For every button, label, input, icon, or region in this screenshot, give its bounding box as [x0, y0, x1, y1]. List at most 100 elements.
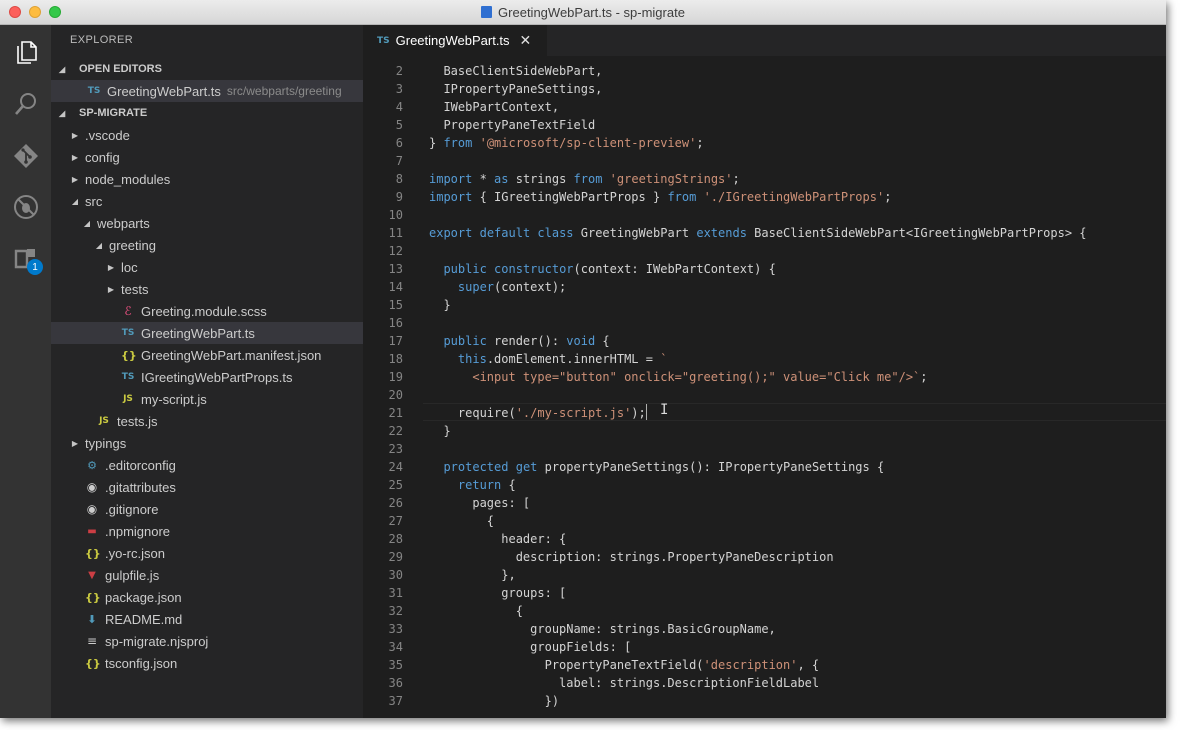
- debug-icon[interactable]: [0, 185, 51, 229]
- code-token: , {: [797, 658, 820, 672]
- file-row[interactable]: JS my-script.js: [51, 388, 363, 410]
- code-line: 35 PropertyPaneTextField('description', …: [363, 656, 1166, 674]
- tab-greetingwebpart[interactable]: TS GreetingWebPart.ts ✕: [363, 25, 547, 56]
- ibeam-cursor-icon: I: [660, 402, 669, 418]
- open-editors-header[interactable]: ◢ OPEN EDITORS: [51, 58, 363, 80]
- code-text: return {: [429, 476, 516, 494]
- code-token: *: [472, 172, 495, 186]
- line-number: 32: [388, 604, 403, 618]
- folder-row[interactable]: ▶ tests: [51, 278, 363, 300]
- file-row[interactable]: {} .yo-rc.json: [51, 542, 363, 564]
- line-number: 11: [388, 226, 403, 240]
- json-file-icon: {}: [85, 546, 101, 560]
- file-row[interactable]: {} tsconfig.json: [51, 652, 363, 674]
- explorer-icon[interactable]: [0, 31, 51, 75]
- code-editor[interactable]: 2 BaseClientSideWebPart, 3 IPropertyPaneS…: [363, 56, 1166, 718]
- file-row[interactable]: ▬ .npmignore: [51, 520, 363, 542]
- code-line: 21 require('./my-script.js');: [363, 404, 1166, 422]
- editorconfig-icon: ⚙: [87, 458, 97, 472]
- typescript-file-icon: TS: [377, 35, 390, 46]
- file-row[interactable]: ≡ sp-migrate.njsproj: [51, 630, 363, 652]
- code-token: {: [501, 478, 516, 492]
- file-row[interactable]: ◉ .gitignore: [51, 498, 363, 520]
- code-text: groupFields: [: [429, 638, 631, 656]
- typescript-file-icon: TS: [87, 86, 101, 96]
- line-number: 6: [395, 136, 403, 150]
- tree-item-label: src: [85, 193, 103, 209]
- scss-file-icon: ℰ: [124, 304, 132, 318]
- line-number: 10: [388, 208, 403, 222]
- explorer-sidebar: EXPLORER ◢ OPEN EDITORS TS GreetingWebPa…: [51, 25, 363, 718]
- folder-row[interactable]: ◢ greeting: [51, 234, 363, 256]
- folder-row[interactable]: ▶ .vscode: [51, 124, 363, 146]
- code-line: 13 public constructor(context: IWebPartC…: [363, 260, 1166, 278]
- line-number: 31: [388, 586, 403, 600]
- search-icon[interactable]: [0, 82, 51, 126]
- tree-item-label: .gitattributes: [105, 479, 176, 495]
- code-text: IPropertyPaneSettings,: [429, 80, 602, 98]
- folder-row[interactable]: ◢ src: [51, 190, 363, 212]
- code-token: );: [631, 406, 646, 420]
- source-control-icon[interactable]: [0, 134, 51, 178]
- line-number: 2: [395, 64, 403, 78]
- file-row[interactable]: TS IGreetingWebPartProps.ts: [51, 366, 363, 388]
- code-token: 'greetingStrings': [609, 172, 733, 186]
- folder-row[interactable]: ▶ loc: [51, 256, 363, 278]
- file-row[interactable]: {} GreetingWebPart.manifest.json: [51, 344, 363, 366]
- line-number: 24: [388, 460, 403, 474]
- line-number: 15: [388, 298, 403, 312]
- extensions-icon[interactable]: [0, 237, 51, 281]
- explorer-title: EXPLORER: [70, 34, 134, 46]
- line-number: 19: [388, 370, 403, 384]
- code-token: IPropertyPaneSettings,: [429, 82, 603, 96]
- project-header[interactable]: ◢ SP-MIGRATE: [51, 102, 363, 124]
- code-line: 8 import * as strings from 'greetingStrin…: [363, 170, 1166, 188]
- folder-row[interactable]: ▶ node_modules: [51, 168, 363, 190]
- file-row[interactable]: ℰ Greeting.module.scss: [51, 300, 363, 322]
- tree-item-label: tests.js: [117, 413, 158, 429]
- code-token: render():: [486, 334, 567, 348]
- file-row[interactable]: ⬇ README.md: [51, 608, 363, 630]
- code-token: propertyPaneSettings(): IPropertyPaneSet…: [537, 460, 885, 474]
- code-text: groups: [: [429, 584, 566, 602]
- npm-icon: ▬: [87, 525, 97, 537]
- tab-label: GreetingWebPart.ts: [395, 33, 510, 48]
- file-row[interactable]: ⚙ .editorconfig: [51, 454, 363, 476]
- code-token: protected: [443, 460, 509, 474]
- code-line: 15 }: [363, 296, 1166, 314]
- file-row[interactable]: ◉ .gitattributes: [51, 476, 363, 498]
- file-row[interactable]: {} package.json: [51, 586, 363, 608]
- line-number: 23: [388, 442, 403, 456]
- line-number: 17: [388, 334, 403, 348]
- tree-item-label: .gitignore: [105, 501, 159, 517]
- code-line: 10: [363, 206, 1166, 224]
- code-token: .domElement.innerHTML =: [486, 352, 661, 366]
- line-number: 13: [388, 262, 403, 276]
- open-editor-item[interactable]: TS GreetingWebPart.ts src/webparts/greet…: [51, 80, 363, 102]
- tree-item-label: GreetingWebPart.ts: [141, 325, 255, 341]
- javascript-file-icon: JS: [123, 394, 133, 404]
- code-token: return: [457, 478, 502, 492]
- file-row[interactable]: TS GreetingWebPart.ts: [51, 322, 363, 344]
- line-number: 22: [388, 424, 403, 438]
- code-line: 36 label: strings.DescriptionFieldLabel: [363, 674, 1166, 692]
- file-row[interactable]: JS tests.js: [51, 410, 363, 432]
- caret-down-icon: ◢: [59, 108, 66, 118]
- github-icon: ◉: [86, 502, 98, 516]
- folder-row[interactable]: ▶ typings: [51, 432, 363, 454]
- close-icon[interactable]: ✕: [520, 32, 532, 49]
- code-token: }: [429, 298, 451, 312]
- activity-bar: 1: [0, 25, 51, 718]
- code-line: 28 header: {: [363, 530, 1166, 548]
- file-row[interactable]: ▼ gulpfile.js: [51, 564, 363, 586]
- title-bar: GreetingWebPart.ts - sp-migrate: [0, 0, 1166, 25]
- tree-item-label: package.json: [105, 589, 182, 605]
- line-number: 9: [395, 190, 403, 204]
- folder-row[interactable]: ▶ config: [51, 146, 363, 168]
- line-number: 29: [388, 550, 403, 564]
- folder-row[interactable]: ◢ webparts: [51, 212, 363, 234]
